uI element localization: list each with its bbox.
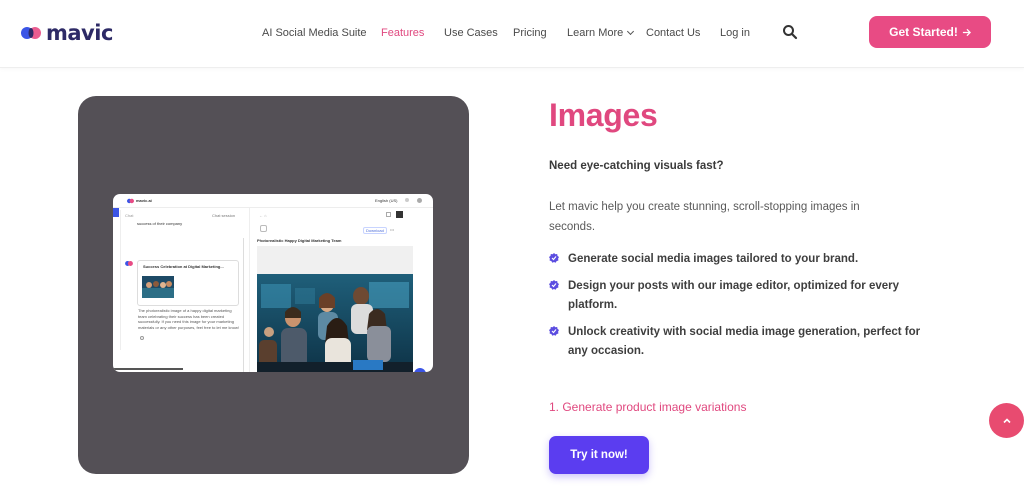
site-header: mavic AI Social Media Suite Features Use… [0, 0, 1024, 68]
preview-context-text: success of their company [137, 221, 183, 226]
preview-card-title: Success Celebration at Digital Marketing… [143, 264, 224, 269]
preview-avatar [417, 198, 422, 203]
get-started-label: Get Started! [889, 25, 958, 39]
preview-language: English (US) [375, 198, 398, 203]
nav-learn-more[interactable]: Learn More [567, 27, 635, 39]
scroll-to-top-button[interactable] [989, 403, 1024, 438]
feature-text: Generate social media images tailored to… [568, 253, 859, 265]
page: mavic AI Social Media Suite Features Use… [0, 0, 1024, 491]
preview-image-header [257, 246, 413, 274]
generate-variations-link[interactable]: 1. Generate product image variations [549, 400, 746, 414]
app-screenshot-preview: mavic.ai English (US) Chat Chat session … [113, 194, 433, 372]
preview-close-icon [396, 211, 403, 218]
nav-learn-more-label: Learn More [567, 27, 624, 39]
nav-features[interactable]: Features [381, 27, 424, 39]
try-it-now-button[interactable]: Try it now! [549, 436, 649, 474]
chevron-down-icon [627, 27, 635, 36]
preview-help-icon [405, 198, 409, 202]
preview-thumbnail [142, 276, 174, 298]
feature-preview-card: mavic.ai English (US) Chat Chat session … [78, 96, 469, 474]
preview-result-card: Success Celebration at Digital Marketing… [137, 260, 239, 306]
preview-app-name: mavic.ai [136, 198, 152, 203]
nav-ai-social-media-suite[interactable]: AI Social Media Suite [262, 27, 367, 39]
search-icon[interactable] [782, 24, 798, 40]
mavic-logo-icon [21, 27, 41, 39]
preview-image-caption: Photorealistic Happy Digital Marketing T… [257, 238, 342, 243]
preview-bottom-bar [113, 368, 183, 370]
check-badge-icon [549, 280, 559, 290]
feature-text: Design your posts with our image editor,… [568, 280, 900, 311]
get-started-button[interactable]: Get Started! [869, 16, 991, 48]
preview-chat-panel: Chat Chat session success of their compa… [113, 208, 250, 372]
arrow-right-icon [962, 28, 971, 36]
logo[interactable]: mavic [20, 20, 113, 46]
preview-image-icon [260, 225, 267, 232]
team-celebration-photo [257, 274, 413, 372]
preview-chat-history: Chat session [212, 213, 236, 218]
chevron-up-icon [1002, 417, 1011, 423]
nav-contact-us[interactable]: Contact Us [646, 27, 700, 39]
preview-bot-icon [125, 261, 133, 266]
feature-text: Unlock creativity with social media imag… [568, 326, 921, 357]
section-title: Images [549, 97, 658, 133]
mavic-logo-small-icon [127, 198, 134, 204]
nav-log-in[interactable]: Log in [720, 27, 750, 39]
preview-topbar: mavic.ai English (US) [113, 194, 433, 208]
feature-list: Generate social media images tailored to… [549, 250, 929, 369]
preview-chat-label: Chat [125, 213, 134, 218]
nav-use-cases[interactable]: Use Cases [444, 27, 498, 39]
preview-message: The photorealistic image of a happy digi… [138, 308, 239, 330]
check-badge-icon [549, 253, 559, 263]
preview-download-button: Download [363, 227, 387, 234]
preview-divider [120, 210, 121, 350]
preview-copy-icon [140, 336, 144, 340]
section-subtitle: Need eye-catching visuals fast? [549, 160, 724, 172]
preview-nav-arrows: ← ⌂ [259, 213, 267, 218]
nav-pricing[interactable]: Pricing [513, 27, 547, 39]
feature-item: Generate social media images tailored to… [549, 250, 929, 269]
logo-text: mavic [46, 20, 113, 45]
preview-more-icon: ••• [390, 227, 395, 232]
preview-scrollbar [243, 238, 244, 372]
feature-item: Unlock creativity with social media imag… [549, 323, 929, 361]
feature-item: Design your posts with our image editor,… [549, 277, 929, 315]
preview-expand-icon [386, 212, 391, 217]
check-badge-icon [549, 326, 559, 336]
section-description: Let mavic help you create stunning, scro… [549, 201, 860, 233]
